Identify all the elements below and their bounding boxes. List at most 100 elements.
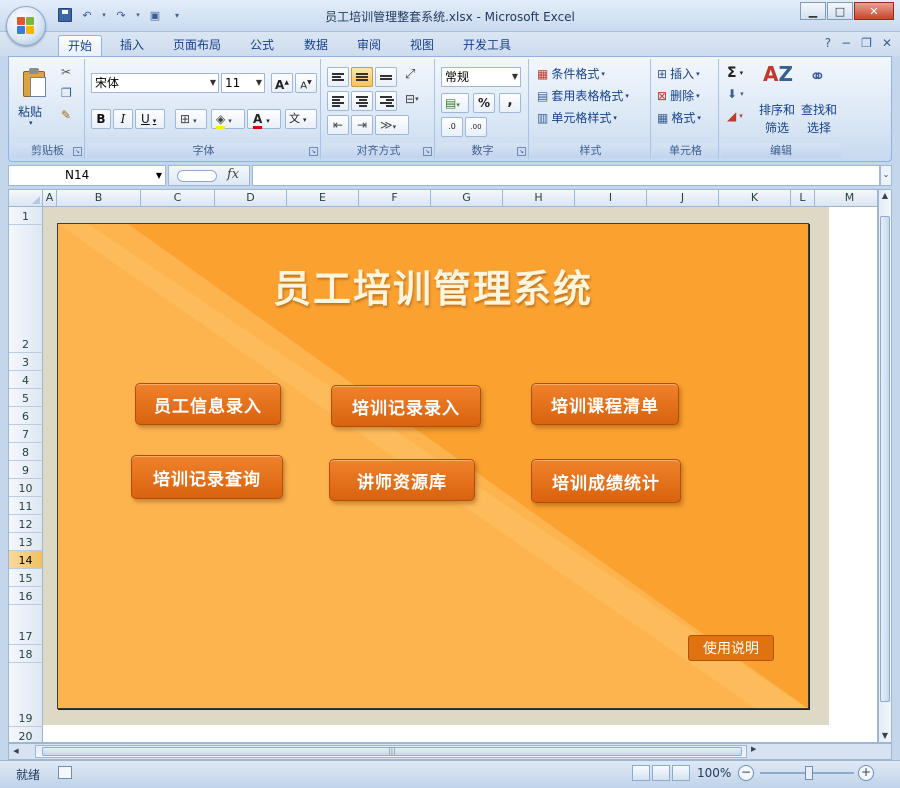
close-button[interactable]: ✕ — [854, 2, 894, 20]
maximize-button[interactable]: □ — [827, 2, 853, 20]
ribbon-minimize-button[interactable]: − — [841, 36, 851, 50]
autosum-button[interactable]: Σ ▾ — [727, 65, 743, 81]
training-record-entry-button[interactable]: 培训记录录入 — [331, 385, 481, 427]
row-header[interactable]: 1 — [9, 207, 43, 225]
tab-data[interactable]: 数据 — [296, 35, 336, 56]
column-header[interactable]: I — [575, 190, 647, 207]
column-header[interactable]: G — [431, 190, 503, 207]
row-header[interactable]: 15 — [9, 569, 43, 587]
delete-cells-button[interactable]: ⊠ 删除 ▾ — [657, 87, 700, 104]
tab-review[interactable]: 审阅 — [349, 35, 389, 56]
paste-button[interactable]: 粘贴 ▾ — [13, 61, 51, 141]
name-box[interactable]: N14 ▼ — [8, 165, 166, 186]
normal-view-button[interactable] — [632, 765, 650, 781]
align-middle-button[interactable] — [351, 67, 373, 87]
conditional-format-button[interactable]: ▦ 条件格式 ▾ — [537, 65, 605, 82]
find-select-button[interactable]: ⚭ 查找和 选择 — [799, 61, 841, 141]
zoom-in-button[interactable]: + — [858, 765, 874, 781]
horizontal-scrollbar[interactable]: ||| — [35, 745, 747, 758]
align-center-button[interactable] — [351, 91, 373, 111]
tab-formulas[interactable]: 公式 — [242, 35, 282, 56]
accounting-format-button[interactable]: ▤▾ — [441, 93, 469, 113]
align-top-button[interactable] — [327, 67, 349, 87]
row-header[interactable]: 16 — [9, 587, 43, 605]
tab-view[interactable]: 视图 — [402, 35, 442, 56]
ribbon-close-button[interactable]: ✕ — [882, 36, 892, 50]
minimize-button[interactable]: ▁ — [800, 2, 826, 20]
sort-filter-button[interactable]: AZ 排序和 筛选 — [755, 61, 797, 141]
column-header[interactable]: A — [43, 190, 57, 207]
tab-developer[interactable]: 开发工具 — [456, 35, 518, 56]
select-all-button[interactable] — [9, 190, 43, 207]
column-header[interactable]: M — [815, 190, 877, 207]
column-header[interactable]: C — [141, 190, 215, 207]
column-header[interactable]: B — [57, 190, 141, 207]
fill-color-button[interactable]: ◈ ▾ — [211, 109, 245, 129]
number-launcher-icon[interactable]: ↘ — [517, 147, 526, 156]
grow-font-button[interactable]: A▲ — [271, 73, 293, 93]
row-header[interactable]: 7 — [9, 425, 43, 443]
column-header[interactable]: E — [287, 190, 359, 207]
tab-insert[interactable]: 插入 — [112, 35, 152, 56]
row-header[interactable]: 3 — [9, 353, 43, 371]
zoom-slider-thumb[interactable] — [805, 766, 813, 780]
row-header[interactable]: 17 — [9, 605, 43, 645]
employee-info-entry-button[interactable]: 员工信息录入 — [135, 383, 281, 425]
office-button[interactable] — [6, 6, 46, 46]
vertical-scrollbar[interactable]: ▲ ▼ — [878, 189, 892, 743]
orientation-icon[interactable]: ⤢ — [405, 67, 415, 82]
decrease-decimal-button[interactable]: .00 — [465, 117, 487, 137]
copy-icon[interactable]: ❐ — [61, 86, 72, 100]
font-launcher-icon[interactable]: ↘ — [309, 147, 318, 156]
ribbon-restore-button[interactable]: ❐ — [861, 36, 872, 50]
increase-indent-button[interactable]: ⇥ — [351, 115, 373, 135]
formula-input[interactable] — [252, 165, 880, 186]
number-format-select[interactable]: 常规 ▼ — [441, 67, 521, 87]
clipboard-launcher-icon[interactable]: ↘ — [73, 147, 82, 156]
format-painter-icon[interactable]: ✎ — [61, 108, 71, 122]
worksheet-grid[interactable]: ABCDEFGHIJKLM 1 2 3 4 5 6 7 8 9 10 11 12 13 14 15 16 17 1… — [8, 189, 878, 743]
row-header[interactable]: 11 — [9, 497, 43, 515]
font-size-select[interactable]: 11 ▼ — [221, 73, 265, 93]
expand-formula-bar-icon[interactable]: ⌄ — [880, 165, 892, 186]
column-header[interactable]: D — [215, 190, 287, 207]
lecturer-resource-button[interactable]: 讲师资源库 — [329, 459, 475, 501]
training-course-list-button[interactable]: 培训课程清单 — [531, 383, 679, 425]
bold-button[interactable]: B — [91, 109, 111, 129]
training-record-query-button[interactable]: 培训记录查询 — [131, 455, 283, 499]
row-header[interactable]: 9 — [9, 461, 43, 479]
vertical-scroll-thumb[interactable] — [880, 216, 890, 702]
zoom-slider[interactable] — [760, 766, 854, 780]
clear-button[interactable]: ◢ ▾ — [727, 109, 743, 123]
align-left-button[interactable] — [327, 91, 349, 111]
phonetic-button[interactable]: 文 ▾ — [285, 109, 317, 129]
row-header[interactable]: 5 — [9, 389, 43, 407]
format-as-table-button[interactable]: ▤ 套用表格格式 ▾ — [537, 87, 629, 104]
row-header[interactable]: 12 — [9, 515, 43, 533]
cut-icon[interactable]: ✂ — [61, 65, 71, 79]
percent-button[interactable]: % — [473, 93, 495, 113]
underline-button[interactable]: U ▾ — [135, 109, 165, 129]
italic-button[interactable]: I — [113, 109, 133, 129]
formula-splitter[interactable] — [177, 170, 217, 182]
font-name-select[interactable]: 宋体 ▼ — [91, 73, 219, 93]
zoom-out-button[interactable]: − — [738, 765, 754, 781]
decrease-indent-button[interactable]: ⇤ — [327, 115, 349, 135]
row-header[interactable]: 2 — [9, 225, 43, 353]
page-layout-view-button[interactable] — [652, 765, 670, 781]
scroll-up-icon[interactable]: ▲ — [879, 190, 891, 202]
row-header[interactable]: 13 — [9, 533, 43, 551]
column-header[interactable]: L — [791, 190, 815, 207]
tab-page-layout[interactable]: 页面布局 — [166, 35, 228, 56]
column-header[interactable]: F — [359, 190, 431, 207]
column-header[interactable]: H — [503, 190, 575, 207]
scroll-down-icon[interactable]: ▼ — [879, 730, 891, 742]
insert-function-button[interactable]: fx — [227, 167, 239, 182]
row-header[interactable]: 18 — [9, 645, 43, 663]
format-cells-button[interactable]: ▦ 格式 ▾ — [657, 109, 701, 126]
help-icon[interactable]: ? — [825, 36, 831, 50]
align-bottom-button[interactable] — [375, 67, 397, 87]
borders-button[interactable]: ⊞ ▾ — [175, 109, 207, 129]
font-color-button[interactable]: A ▾ — [247, 109, 281, 129]
row-header[interactable]: 8 — [9, 443, 43, 461]
